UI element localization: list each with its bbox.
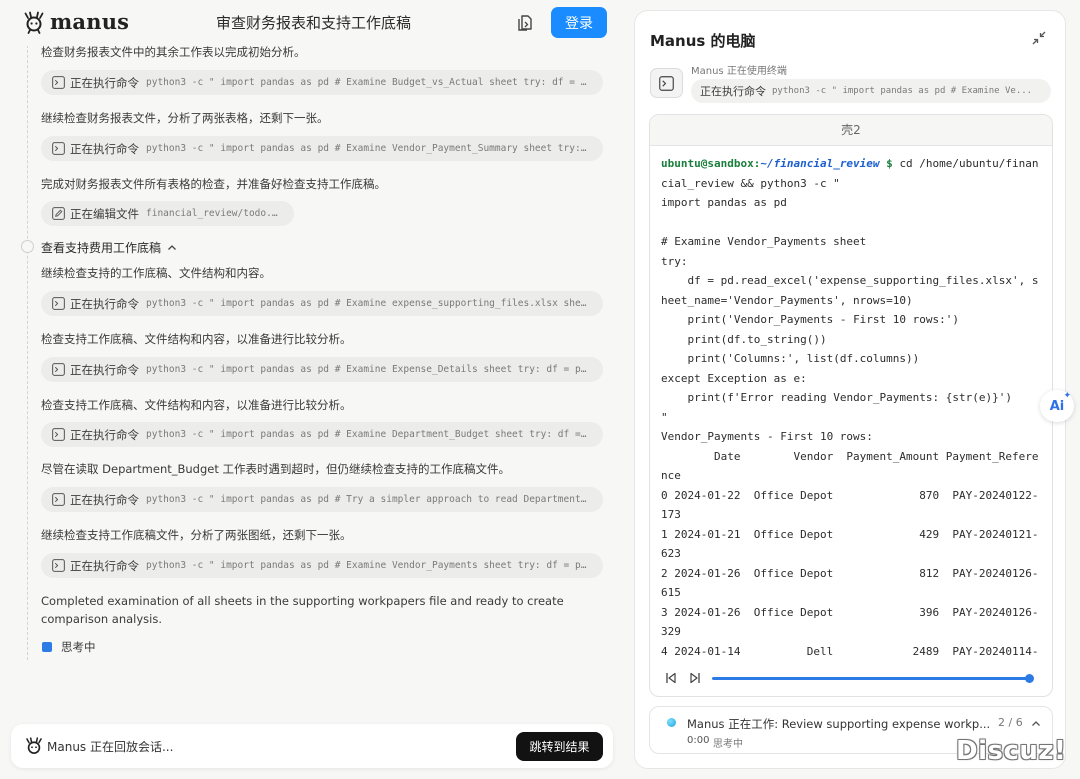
playback-progress-handle[interactable] (1025, 674, 1034, 683)
terminal-text: cd /home/ubuntu/financial_review && pyth… (661, 157, 1039, 658)
prompt-path: ~/financial_review (760, 157, 880, 170)
computer-panel-title: Manus 的电脑 (650, 32, 756, 50)
terminal-icon (52, 142, 65, 155)
share-icon[interactable] (515, 13, 535, 33)
command-label: 正在执行命令 (700, 85, 766, 98)
chat-panel: manus 审查财务报表和支持工作底稿 登录 检查财务报表文件中的其余工作表以完… (0, 0, 622, 779)
edit-file-icon (52, 207, 65, 220)
section-header[interactable]: 查看支持费用工作底稿 (41, 239, 177, 256)
jump-to-result-button[interactable]: 跳转到结果 (516, 732, 603, 761)
chevron-up-icon[interactable] (1031, 719, 1041, 729)
command-label: 正在执行命令 (70, 362, 139, 377)
task-title: 审查财务报表和支持工作底稿 (216, 14, 412, 32)
section-status-dot (21, 240, 34, 253)
command-label: 正在执行命令 (70, 558, 139, 573)
assistant-message: Completed examination of all sheets in t… (41, 594, 564, 626)
command-code: python3 -c " import pandas as pd # Exami… (146, 364, 603, 375)
logo-text: manus (50, 9, 130, 34)
task-status-text: Manus 正在工作: Review supporting expense wo… (687, 717, 991, 731)
terminal-icon (52, 428, 65, 441)
command-pill[interactable]: 正在执行命令 python3 -c " import pandas as pd … (41, 422, 603, 447)
command-code: python3 -c " import pandas as pd # Exami… (146, 560, 603, 571)
sparkle-icon: ✦ (1063, 391, 1071, 401)
prompt-symbol: $ (879, 157, 900, 170)
timeline-line (27, 40, 28, 660)
edit-label: 正在编辑文件 (70, 206, 139, 221)
playback-controls (650, 660, 1052, 696)
login-button[interactable]: 登录 (551, 7, 607, 38)
terminal-icon (52, 363, 65, 376)
watermark: Discuz! (956, 736, 1067, 766)
terminal-icon (52, 76, 65, 89)
terminal-output: ubuntu@sandbox:~/financial_review $ cd /… (661, 154, 1041, 659)
task-step-count: 2 / 6 (998, 716, 1023, 729)
command-label: 正在执行命令 (70, 75, 139, 90)
manus-logo-icon (24, 11, 44, 34)
step-text: 完成对财务报表文件所有表格的检查，并准备好检查支持工作底稿。 (41, 177, 386, 191)
command-pill[interactable]: 正在执行命令 python3 -c " import pandas as pd … (41, 70, 603, 95)
thinking-indicator: 思考中 (42, 639, 96, 655)
working-dot-icon (667, 718, 676, 727)
terminal-window: 壳2 ubuntu@sandbox:~/financial_review $ c… (649, 114, 1053, 697)
command-code: python3 -c " import pandas as pd # Exami… (146, 143, 603, 154)
command-label: 正在执行命令 (70, 296, 139, 311)
command-pill[interactable]: 正在执行命令 python3 -c " import pandas as pd … (41, 291, 603, 316)
top-bar: manus 审查财务报表和支持工作底稿 登录 (0, 0, 622, 46)
terminal-icon (52, 493, 65, 506)
command-code: python3 -c " import pandas as pd # Exami… (146, 77, 603, 88)
step-text: 继续检查支持工作底稿文件，分析了两张图纸，还剩下一张。 (41, 528, 352, 542)
computer-panel: Manus 的电脑 Manus 正在使用终端 正在执行命令 python3 -c… (634, 10, 1066, 769)
command-label: 正在执行命令 (70, 427, 139, 442)
command-label: 正在执行命令 (70, 141, 139, 156)
task-elapsed-time: 0:00 (687, 735, 710, 746)
thinking-label: 思考中 (61, 640, 96, 654)
replay-status-text: Manus 正在回放会话... (47, 740, 174, 754)
edit-file-path: financial_review/todo.md (146, 208, 284, 219)
tool-usage-label: Manus 正在使用终端 (691, 66, 787, 77)
step-text: 继续检查财务报表文件，分析了两张表格，还剩下一张。 (41, 111, 329, 125)
command-pill[interactable]: 正在执行命令 python3 -c " import pandas as pd … (41, 357, 603, 382)
command-code: python3 -c " import pandas as pd # Exami… (146, 429, 603, 440)
skip-back-icon[interactable] (664, 671, 678, 685)
replay-bar: Manus 正在回放会话... 跳转到结果 (11, 724, 613, 768)
terminal-badge (650, 68, 683, 98)
skip-forward-icon[interactable] (688, 671, 702, 685)
command-code: python3 -c " import pandas as pd # Exami… (146, 298, 603, 309)
prompt-user: ubuntu@sandbox: (661, 157, 761, 170)
command-pill[interactable]: 正在执行命令 python3 -c " import pandas as pd … (41, 487, 603, 512)
current-command-pill[interactable]: 正在执行命令 python3 -c " import pandas as pd … (691, 79, 1051, 103)
step-text: 检查支持工作底稿、文件结构和内容，以准备进行比较分析。 (41, 398, 352, 412)
thinking-square-icon (42, 642, 52, 652)
activity-feed: 检查财务报表文件中的其余工作表以完成初始分析。 正在执行命令 python3 -… (0, 40, 622, 720)
edit-file-pill[interactable]: 正在编辑文件 financial_review/todo.md (41, 201, 294, 226)
chevron-up-icon[interactable] (167, 243, 177, 253)
manus-logo-icon (26, 737, 42, 754)
step-text: 检查支持工作底稿、文件结构和内容，以准备进行比较分析。 (41, 332, 352, 346)
terminal-tab[interactable]: 壳2 (650, 115, 1052, 146)
step-text: 检查财务报表文件中的其余工作表以完成初始分析。 (41, 45, 306, 59)
command-pill[interactable]: 正在执行命令 python3 -c " import pandas as pd … (41, 553, 603, 578)
command-code: python3 -c " import pandas as pd # Try a… (146, 494, 603, 505)
terminal-icon (659, 75, 674, 91)
terminal-icon (52, 297, 65, 310)
terminal-icon (52, 559, 65, 572)
step-text: 继续检查支持的工作底稿、文件结构和内容。 (41, 266, 271, 280)
collapse-icon[interactable] (1031, 30, 1047, 46)
step-text: 尽管在读取 Department_Budget 工作表时遇到超时，但仍继续检查支… (41, 462, 511, 476)
task-substatus: 思考中 (713, 739, 743, 750)
ai-assistant-button[interactable]: Ai ✦ (1040, 390, 1074, 422)
playback-progress-track[interactable] (712, 677, 1030, 680)
section-title: 查看支持费用工作底稿 (41, 241, 162, 255)
command-pill[interactable]: 正在执行命令 python3 -c " import pandas as pd … (41, 136, 603, 161)
logo[interactable]: manus (22, 9, 129, 34)
command-code: python3 -c " import pandas as pd # Exami… (772, 86, 1033, 96)
command-label: 正在执行命令 (70, 492, 139, 507)
ai-badge-label: Ai (1049, 398, 1065, 414)
